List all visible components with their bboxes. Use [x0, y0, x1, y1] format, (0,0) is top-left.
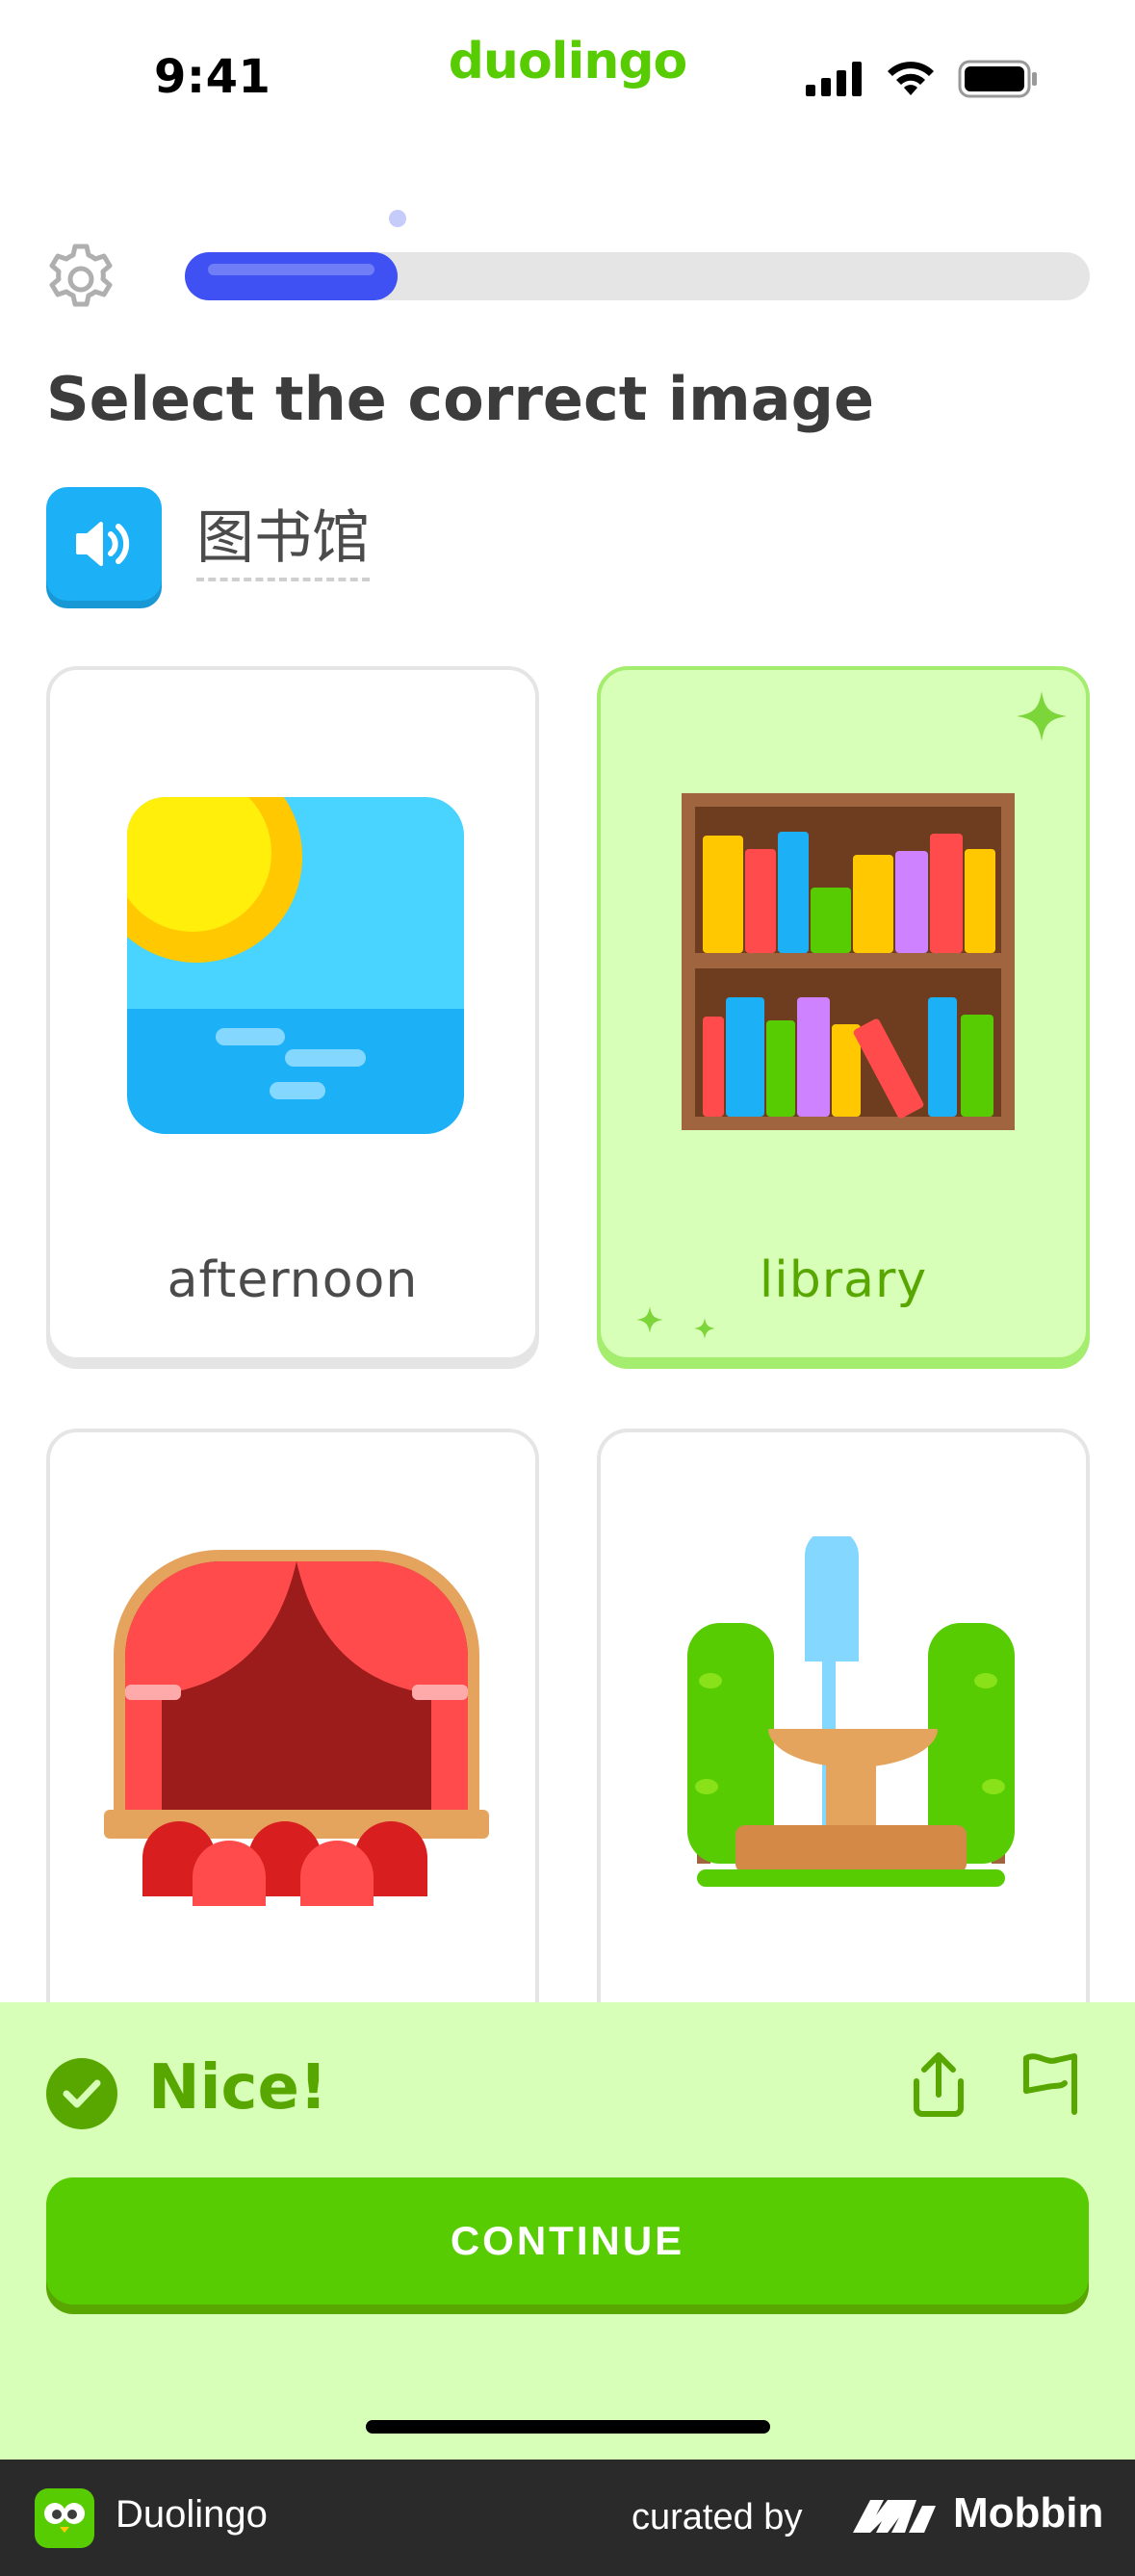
card-label: library	[759, 1251, 928, 1309]
theater-stage-icon	[104, 1550, 489, 1906]
progress-shine	[208, 264, 374, 275]
prompt-word[interactable]: 图书馆	[196, 504, 370, 581]
wifi-icon	[888, 62, 934, 95]
home-indicator[interactable]	[366, 2420, 770, 2434]
sun-over-sea-icon	[127, 797, 464, 1134]
footer-curated-by: curated by	[632, 2497, 803, 2537]
mobbin-logo-icon	[853, 2500, 936, 2533]
check-circle-icon	[46, 2058, 117, 2129]
option-card-afternoon[interactable]: afternoon	[46, 666, 539, 1361]
park-fountain-icon	[687, 1536, 1015, 1887]
signal-icon	[806, 62, 862, 96]
sparkle-tiny-icon	[693, 1317, 716, 1340]
share-icon[interactable]	[905, 2048, 972, 2120]
report-flag-icon[interactable]	[1019, 2048, 1086, 2120]
speaker-icon	[76, 522, 130, 566]
card-label: afternoon	[167, 1251, 419, 1309]
exercise-title: Select the correct image	[46, 364, 875, 434]
feedback-message: Nice!	[148, 2052, 328, 2124]
battery-icon	[958, 60, 1037, 98]
footer-curator-name: Mobbin	[953, 2489, 1104, 2537]
option-card-library[interactable]: library	[597, 666, 1090, 1361]
settings-gear-icon[interactable]	[42, 241, 119, 318]
continue-button[interactable]: CONTINUE	[46, 2177, 1089, 2305]
bookshelf-icon	[682, 793, 1015, 1130]
status-icons	[806, 60, 1039, 98]
duolingo-app-icon	[35, 2488, 94, 2548]
sparkle-icon	[1017, 691, 1067, 741]
footer-app-name: Duolingo	[116, 2493, 268, 2536]
progress-streak-dot	[389, 210, 406, 227]
progress-fill	[185, 252, 398, 300]
play-audio-button[interactable]	[46, 487, 162, 601]
sparkle-small-icon	[636, 1306, 663, 1333]
